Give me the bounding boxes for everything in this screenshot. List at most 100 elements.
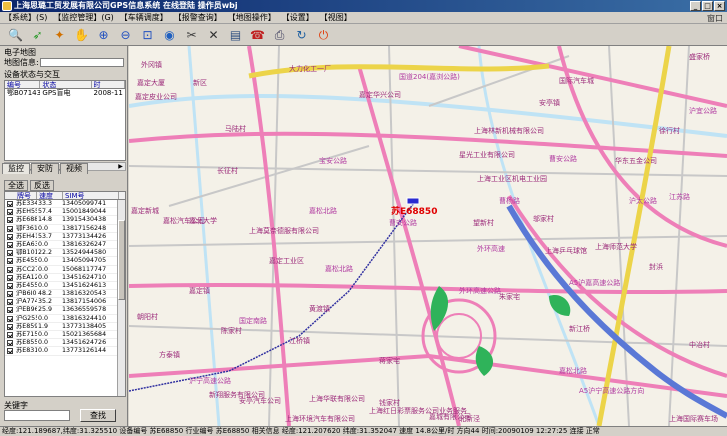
table-row[interactable]: 沪A7743835.2 13817154006	[5, 298, 125, 307]
map-label: 蒋家宅	[379, 357, 400, 365]
vehicle-checkbox[interactable]	[7, 299, 13, 306]
table-row[interactable]: 鄂B1014122.2 13524944580	[5, 249, 125, 258]
vehicle-checkbox[interactable]	[7, 282, 13, 289]
vehicle-label[interactable]: 苏E68850	[391, 204, 437, 217]
maximize-button[interactable]: □	[702, 1, 713, 11]
minimize-button[interactable]: _	[690, 1, 701, 11]
tab-video[interactable]: 视频	[60, 163, 88, 174]
vehicle-cell-plate: 苏EH5549	[16, 208, 37, 216]
vehicle-checkbox[interactable]	[7, 241, 13, 248]
vehicle-col-plate[interactable]: 牌号	[5, 192, 37, 199]
table-row[interactable]: 苏E6885014.8 13915430438	[5, 216, 125, 225]
vehicle-checkbox[interactable]	[7, 307, 13, 314]
map-info-field[interactable]	[40, 58, 124, 67]
vehicle-checkbox[interactable]	[7, 250, 13, 257]
vehicle-cell-speed: 0.0	[38, 314, 49, 322]
pointer-icon[interactable]: ➶	[28, 25, 47, 44]
table-row[interactable]: 鄂F361410.0 13817156248	[5, 225, 125, 233]
search-button[interactable]: 查找	[80, 409, 116, 422]
hand-icon[interactable]: ✋	[72, 25, 91, 44]
table-row[interactable]: 苏E455160.0 13405094705	[5, 257, 125, 266]
phone-icon[interactable]: ☎	[248, 25, 267, 44]
map-label: 盛家桥	[689, 53, 710, 61]
scroll-right-icon[interactable]: ▶	[116, 163, 125, 170]
menu-monitor[interactable]: 【监控管理】(G)	[53, 12, 113, 24]
table-row[interactable]: 沪G25500.0 13816324410	[5, 315, 125, 323]
map-view[interactable]: 苏E68850 大力化工一厂 国道204(嘉浏公路) 外冈镇 嘉定大厦 新区 嘉定皮业公司…	[129, 46, 727, 426]
table-row[interactable]: 苏EA63570.0 13816326247	[5, 240, 125, 250]
vehicle-checkbox[interactable]	[7, 258, 13, 265]
map-label: 曹安公路	[389, 219, 417, 227]
globe-icon[interactable]: ◉	[160, 25, 179, 44]
zoom-out-icon[interactable]: ⊖	[116, 25, 135, 44]
vehicle-checkbox[interactable]	[7, 266, 13, 273]
vehicle-checkbox[interactable]	[7, 274, 13, 281]
zoom-rect-icon[interactable]: ⊡	[138, 25, 157, 44]
vehicle-checkbox[interactable]	[7, 348, 13, 355]
vehicle-checkbox[interactable]	[7, 225, 13, 232]
vehicle-checkbox[interactable]	[7, 315, 13, 322]
tab-security[interactable]: 安防	[31, 163, 59, 174]
menu-alarm[interactable]: 【报警查询】	[174, 12, 222, 24]
tab-monitor[interactable]: 监控	[2, 163, 30, 174]
wand-icon[interactable]: ✦	[50, 25, 69, 44]
vehicle-cell-plate: 苏E33436	[16, 200, 37, 207]
map-canvas[interactable]	[129, 46, 727, 426]
table-row[interactable]: 苏E455450.0 13451624613	[5, 282, 125, 291]
vehicle-checkbox[interactable]	[7, 332, 13, 338]
table-row[interactable]: 苏E715910.0 15021365684	[5, 331, 125, 340]
app-icon	[2, 1, 12, 11]
toolbar: 🔍 ➶ ✦ ✋ ⊕ ⊖ ⊡ ◉ ✂ ✕ ▤ ☎ ⎙ ↻ ⏻	[0, 24, 727, 46]
table-row[interactable]: 苏CC27770.0 15068117747	[5, 266, 125, 274]
device-col-status[interactable]: 状态	[40, 81, 92, 88]
exit-icon[interactable]: ⏻	[314, 25, 333, 44]
menu-map-ops[interactable]: 【地图操作】	[228, 12, 276, 24]
menu-settings[interactable]: 【设置】	[282, 12, 314, 24]
measure-icon[interactable]: ✂	[182, 25, 201, 44]
vehicle-col-sim[interactable]: SIM号	[63, 192, 119, 199]
close-button[interactable]: ×	[714, 1, 725, 11]
device-col-id[interactable]: 编号	[5, 81, 41, 88]
map-label: 方泰镇	[159, 351, 180, 359]
table-row[interactable]: 苏EH554957.4 15001849044	[5, 208, 125, 217]
menu-system[interactable]: 【系统】(S)	[4, 12, 47, 24]
table-row[interactable]: 沪EB968925.9 13636559578	[5, 306, 125, 315]
report-icon[interactable]: ▤	[226, 25, 245, 44]
map-label: 长征村	[217, 167, 238, 175]
table-row[interactable]: 苏EH417753.7 13773134426	[5, 233, 125, 241]
vehicle-grid-vscrollbar[interactable]	[117, 200, 125, 396]
menu-view[interactable]: 【视图】	[320, 12, 352, 24]
vehicle-cell-speed: 33.3	[38, 200, 53, 207]
menu-window[interactable]: 窗口	[707, 13, 723, 24]
table-row[interactable]: 沪B6I07148.2 13816320543	[5, 290, 125, 299]
table-row[interactable]: 苏EA12880.0 13451624710	[5, 274, 125, 282]
table-row[interactable]: 苏E3343633.3 13405099741	[5, 200, 125, 209]
table-row[interactable]: 苏E831900.0 13773126144	[5, 347, 125, 356]
vehicle-checkbox[interactable]	[7, 233, 13, 240]
select-all-button[interactable]: 全选	[4, 180, 28, 191]
vehicle-col-speed[interactable]: 速度	[37, 192, 63, 199]
vehicle-cell-plate: 苏E68850	[16, 216, 37, 224]
table-row[interactable]: 鄂B07143 GPS盲电 2008-11	[5, 89, 125, 98]
device-col-time[interactable]: 时	[92, 81, 125, 88]
vehicle-cell-speed: 0.0	[38, 240, 49, 248]
invert-selection-button[interactable]: 反选	[30, 180, 54, 191]
vehicle-checkbox[interactable]	[7, 340, 13, 347]
satellite-icon[interactable]: ✕	[204, 25, 223, 44]
vehicle-checkbox[interactable]	[7, 209, 13, 216]
menu-dispatch[interactable]: 【车辆调度】	[120, 12, 168, 24]
search-icon[interactable]: 🔍	[6, 25, 25, 44]
keyword-input[interactable]	[4, 410, 70, 421]
vehicle-checkbox[interactable]	[7, 201, 13, 207]
map-label: 黄渡镇	[309, 305, 330, 313]
zoom-in-icon[interactable]: ⊕	[94, 25, 113, 44]
printer-icon[interactable]: ⎙	[270, 25, 289, 44]
vehicle-checkbox[interactable]	[7, 323, 13, 330]
vehicle-checkbox[interactable]	[7, 217, 13, 224]
vehicle-cell-speed: 0.0	[38, 273, 49, 281]
vehicle-checkbox[interactable]	[7, 291, 13, 298]
table-row[interactable]: 苏E859081.9 13773138405	[5, 323, 125, 331]
table-row[interactable]: 苏E855830.0 13451624726	[5, 339, 125, 348]
refresh-icon[interactable]: ↻	[292, 25, 311, 44]
scroll-thumb[interactable]	[118, 220, 125, 300]
